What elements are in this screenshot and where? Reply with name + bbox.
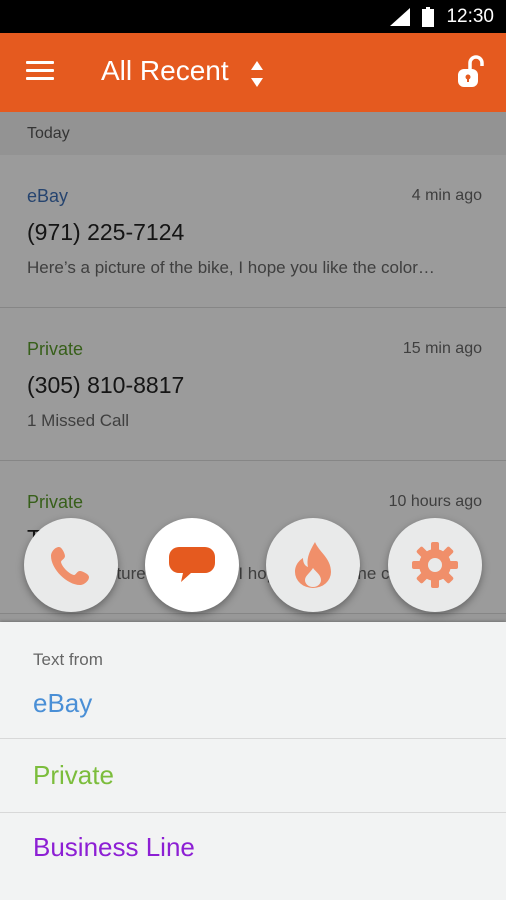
phone-icon <box>51 547 89 585</box>
app-bar: All Recent <box>0 33 506 112</box>
page-title[interactable]: All Recent <box>101 55 229 87</box>
option-business-line[interactable]: Business Line <box>0 832 506 882</box>
flame-icon <box>295 542 331 588</box>
option-ebay[interactable]: eBay <box>0 688 506 738</box>
gear-icon <box>412 542 458 588</box>
status-time: 12:30 <box>446 6 494 27</box>
divider <box>0 812 506 813</box>
text-from-sheet: Text from eBay Private Business Line <box>0 622 506 900</box>
battery-icon <box>422 7 434 27</box>
call-button[interactable] <box>24 518 118 612</box>
option-private[interactable]: Private <box>0 760 506 810</box>
unlock-icon[interactable] <box>456 55 486 89</box>
sheet-title: Text from <box>33 650 103 669</box>
divider <box>0 738 506 739</box>
chat-bubble-icon <box>169 547 215 582</box>
burn-button[interactable] <box>266 518 360 612</box>
status-bar: 12:30 <box>0 0 506 33</box>
signal-icon <box>390 8 410 26</box>
settings-button[interactable] <box>388 518 482 612</box>
sort-arrows-icon[interactable] <box>249 59 265 89</box>
menu-icon[interactable] <box>26 61 54 83</box>
text-button[interactable] <box>145 518 239 612</box>
